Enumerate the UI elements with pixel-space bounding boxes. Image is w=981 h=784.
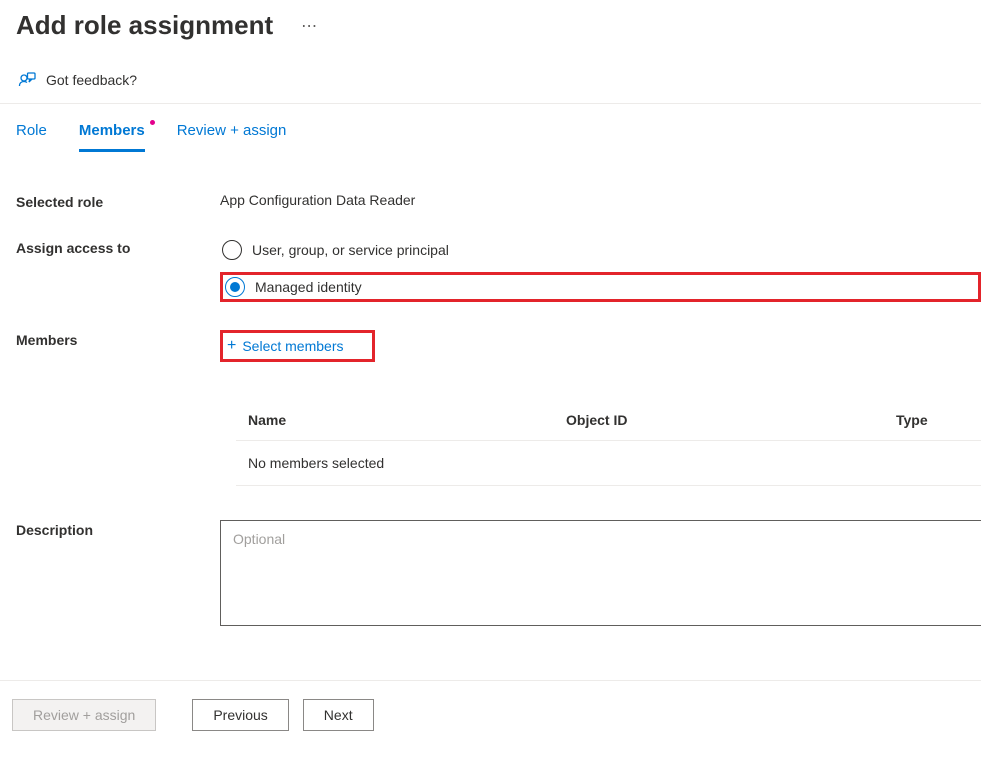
tab-members[interactable]: Members [79,122,145,152]
radio-label: User, group, or service principal [252,242,449,258]
page-title: Add role assignment [16,10,273,41]
review-assign-button: Review + assign [12,699,156,731]
tab-review-assign[interactable]: Review + assign [177,122,287,152]
radio-managed-identity[interactable]: Managed identity [223,275,950,299]
radio-user-group-service-principal[interactable]: User, group, or service principal [220,238,981,262]
radio-circle-selected-icon [225,277,245,297]
tab-role[interactable]: Role [16,122,47,152]
tab-members-label: Members [79,122,145,139]
radio-label: Managed identity [255,279,362,295]
column-type[interactable]: Type [896,412,981,428]
feedback-text: Got feedback? [46,72,137,88]
radio-circle-icon [222,240,242,260]
feedback-link[interactable]: Got feedback? [0,61,981,104]
select-members-text: Select members [242,338,343,354]
plus-icon: + [227,337,236,355]
description-textarea[interactable] [220,520,981,626]
more-icon[interactable]: ⋯ [301,16,319,36]
select-members-link[interactable]: + Select members [227,337,344,355]
selected-role-value: App Configuration Data Reader [220,192,981,208]
radio-dot-icon [230,282,240,292]
feedback-icon [18,71,36,89]
selected-role-label: Selected role [16,192,220,210]
tab-indicator-dot [150,120,155,125]
next-button[interactable]: Next [303,699,374,731]
table-empty-row: No members selected [236,441,981,486]
assign-access-label: Assign access to [16,238,220,256]
description-label: Description [16,520,220,538]
column-object-id[interactable]: Object ID [566,412,896,428]
assign-access-radio-group: User, group, or service principal Manage… [220,238,981,302]
tab-bar: Role Members Review + assign [0,104,981,152]
footer-bar: Review + assign Previous Next [0,680,981,743]
members-label: Members [16,330,220,348]
column-name[interactable]: Name [236,412,566,428]
previous-button[interactable]: Previous [192,699,288,731]
members-table: Name Object ID Type No members selected [236,412,981,486]
table-header: Name Object ID Type [236,412,981,441]
